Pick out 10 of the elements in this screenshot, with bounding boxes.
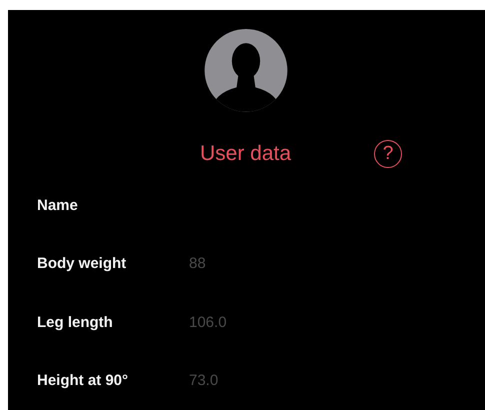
field-label: Height at 90°: [36, 372, 130, 390]
help-button[interactable]: ?: [374, 140, 402, 168]
screen-title: User data: [200, 142, 292, 166]
input-field[interactable]: 88: [189, 253, 389, 274]
avatar-icon: [202, 29, 290, 112]
field-label: Name: [36, 196, 79, 214]
field-label: Leg length: [36, 314, 114, 331]
field-label: Body weight: [36, 255, 128, 272]
input-field[interactable]: 73.0: [189, 370, 389, 392]
input-field[interactable]: 106.0: [189, 312, 389, 333]
